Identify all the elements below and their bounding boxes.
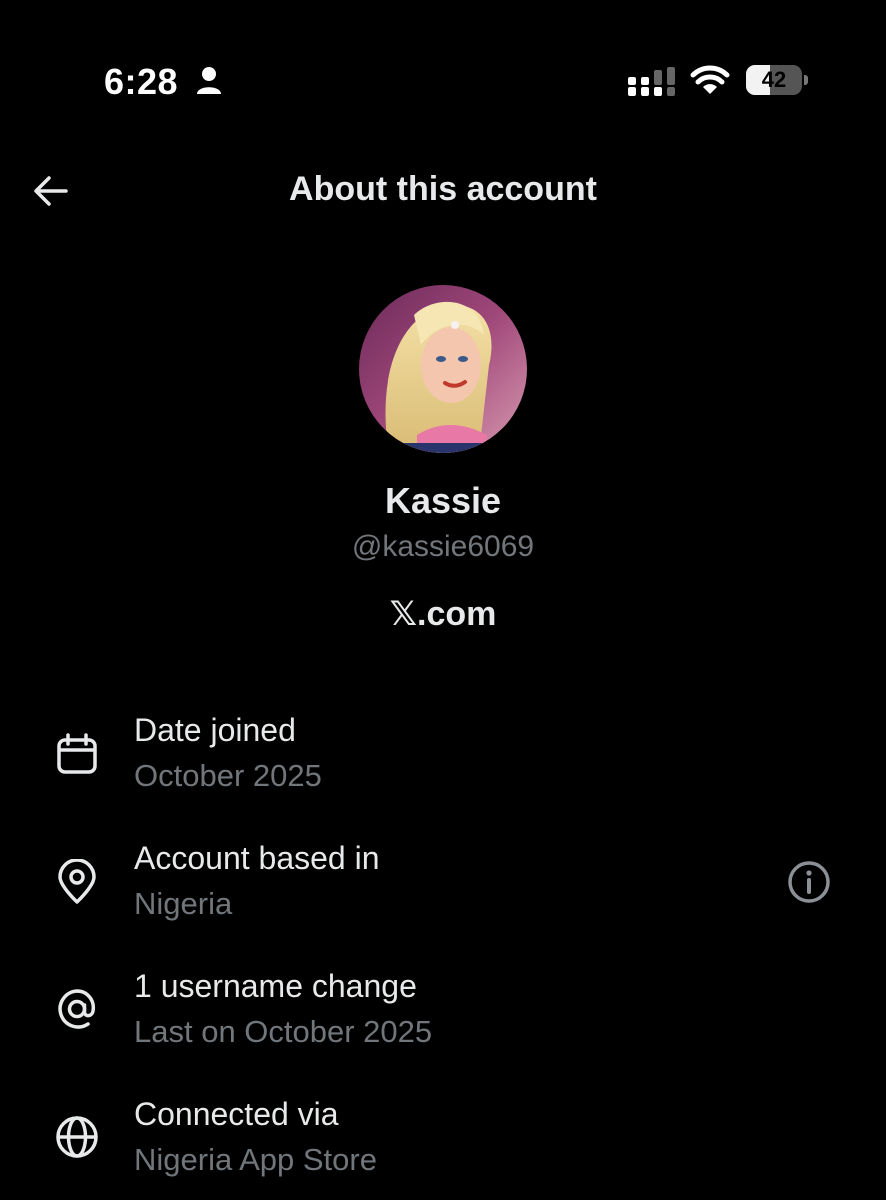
avatar-image [359, 285, 527, 453]
globe-icon [56, 1116, 98, 1158]
battery-icon: 42 [746, 65, 808, 95]
battery-percent: 42 [761, 67, 787, 92]
person-icon [197, 67, 221, 94]
date-joined-value: October 2025 [134, 758, 322, 793]
profile-name: Kassie [384, 480, 502, 521]
profile-link[interactable]: 𝕏.com [0, 594, 886, 634]
connected-via-value: Nigeria App Store [134, 1142, 377, 1177]
page-title: About this account [289, 170, 597, 208]
date-joined-label: Date joined [134, 712, 296, 748]
calendar-icon [57, 733, 97, 774]
info-icon[interactable] [786, 859, 832, 905]
avatar[interactable] [359, 285, 527, 453]
profile-handle: @kassie6069 [351, 530, 535, 563]
signal-icon [628, 67, 675, 96]
wifi-icon [690, 65, 730, 94]
account-based-label: Account based in [134, 840, 380, 876]
username-change-label: 1 username change [134, 968, 417, 1004]
at-sign-icon [58, 989, 96, 1029]
status-time: 6:28 [104, 61, 179, 102]
username-change-value: Last on October 2025 [134, 1014, 433, 1049]
account-based-value: Nigeria [134, 886, 233, 921]
connected-via-label: Connected via [134, 1096, 339, 1132]
location-pin-icon [58, 859, 96, 904]
